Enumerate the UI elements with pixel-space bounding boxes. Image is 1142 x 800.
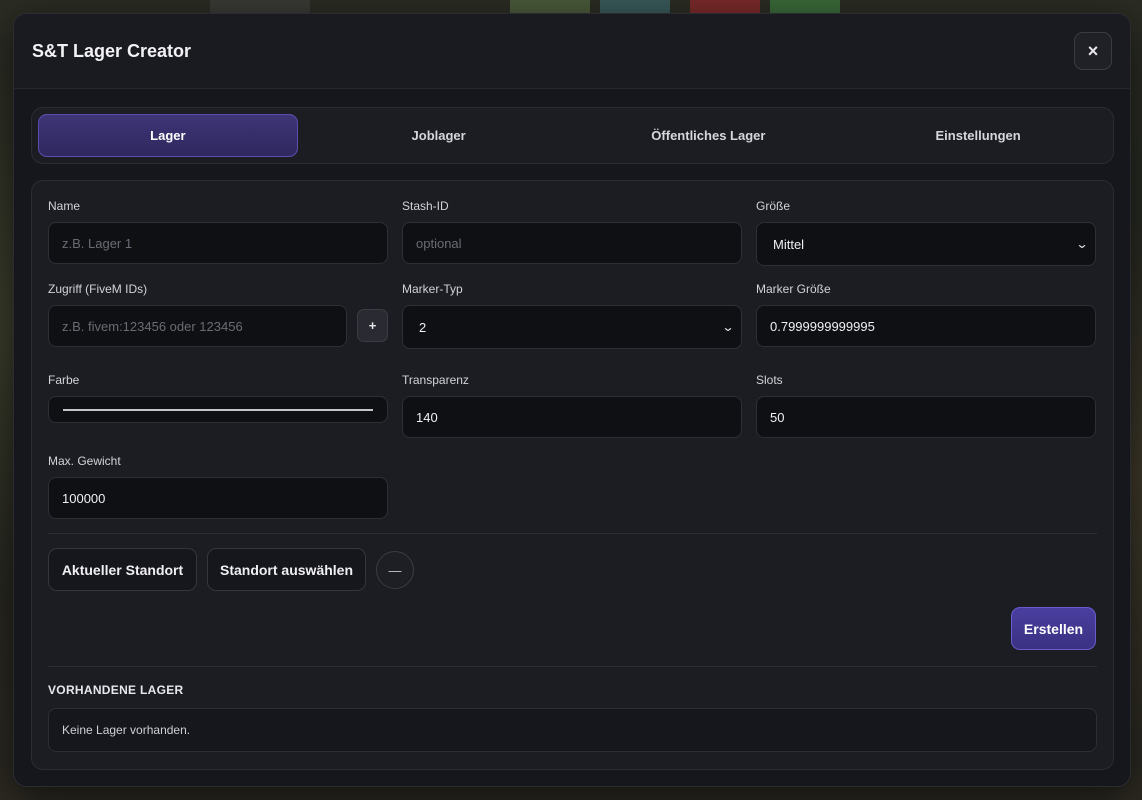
transparency-label: Transparenz [402, 373, 469, 387]
tab-lager[interactable]: Lager [38, 114, 298, 157]
chevron-down-icon: ⌄ [1075, 237, 1089, 251]
marker-size-label: Marker Größe [756, 282, 831, 296]
pick-location-button[interactable]: Standort auswählen [207, 548, 366, 591]
name-field-group: Name z.B. Lager 1 [48, 198, 388, 264]
lager-creator-modal: S&T Lager Creator × Lager Joblager Öffen… [13, 13, 1131, 787]
marker-type-field-group: Marker-Typ 2 ⌄ [402, 281, 742, 349]
marker-size-input[interactable]: 0.7999999999995 [756, 305, 1096, 347]
tab-oeffentliches-lager[interactable]: Öffentliches Lager [580, 114, 838, 157]
divider [48, 666, 1097, 667]
divider [48, 533, 1097, 534]
marker-type-label: Marker-Typ [402, 282, 463, 296]
tab-bar: Lager Joblager Öffentliches Lager Einste… [31, 107, 1114, 164]
max-weight-input[interactable]: 100000 [48, 477, 388, 519]
tab-joblager[interactable]: Joblager [310, 114, 568, 157]
existing-lager-heading: VORHANDENE LAGER [48, 683, 184, 697]
marker-type-select[interactable]: 2 ⌄ [402, 305, 742, 349]
tab-einstellungen[interactable]: Einstellungen [849, 114, 1107, 157]
chevron-down-icon: ⌄ [721, 320, 735, 334]
color-field-group: Farbe [48, 372, 388, 423]
access-field-group: Zugriff (FiveM IDs) z.B. fivem:123456 od… [48, 281, 347, 347]
plus-icon: + [368, 318, 377, 333]
empty-state-text: Keine Lager vorhanden. [62, 723, 191, 737]
bg-detail [770, 0, 840, 14]
add-access-button[interactable]: + [357, 309, 388, 342]
size-select-value: Mittel [773, 236, 805, 252]
marker-type-value: 2 [419, 319, 427, 335]
stash-id-label: Stash-ID [402, 199, 449, 213]
size-label: Größe [756, 199, 791, 213]
bg-detail [510, 0, 590, 14]
marker-size-field-group: Marker Größe 0.7999999999995 [756, 281, 1096, 347]
name-label: Name [48, 199, 81, 213]
bg-detail [210, 0, 310, 14]
stash-id-field-group: Stash-ID optional [402, 198, 742, 264]
create-button[interactable]: Erstellen [1011, 607, 1096, 650]
existing-lager-list: Keine Lager vorhanden. [48, 708, 1097, 752]
slots-field-group: Slots 50 [756, 372, 1096, 438]
lager-form-panel: Name z.B. Lager 1 Stash-ID optional Größ… [31, 180, 1114, 770]
access-label: Zugriff (FiveM IDs) [48, 282, 148, 296]
dash-icon: — [388, 562, 402, 578]
color-picker[interactable] [48, 396, 388, 423]
color-label: Farbe [48, 373, 80, 387]
location-status-indicator[interactable]: — [376, 551, 414, 589]
close-button[interactable]: × [1074, 32, 1112, 70]
size-select[interactable]: Mittel ⌄ [756, 222, 1096, 266]
access-input[interactable]: z.B. fivem:123456 oder 123456 [48, 305, 347, 347]
transparency-input[interactable]: 140 [402, 396, 742, 438]
slots-label: Slots [756, 373, 783, 387]
slots-input[interactable]: 50 [756, 396, 1096, 438]
bg-detail [690, 0, 760, 14]
color-preview [63, 408, 373, 411]
bg-detail [600, 0, 670, 14]
modal-header: S&T Lager Creator × [14, 14, 1130, 89]
max-weight-label: Max. Gewicht [48, 454, 121, 468]
close-icon: × [1087, 40, 1099, 61]
max-weight-field-group: Max. Gewicht 100000 [48, 453, 388, 519]
modal-title: S&T Lager Creator [32, 41, 192, 61]
size-field-group: Größe Mittel ⌄ [756, 198, 1096, 266]
stash-id-input[interactable]: optional [402, 222, 742, 264]
transparency-field-group: Transparenz 140 [402, 372, 742, 438]
name-input[interactable]: z.B. Lager 1 [48, 222, 388, 264]
current-location-button[interactable]: Aktueller Standort [48, 548, 197, 591]
